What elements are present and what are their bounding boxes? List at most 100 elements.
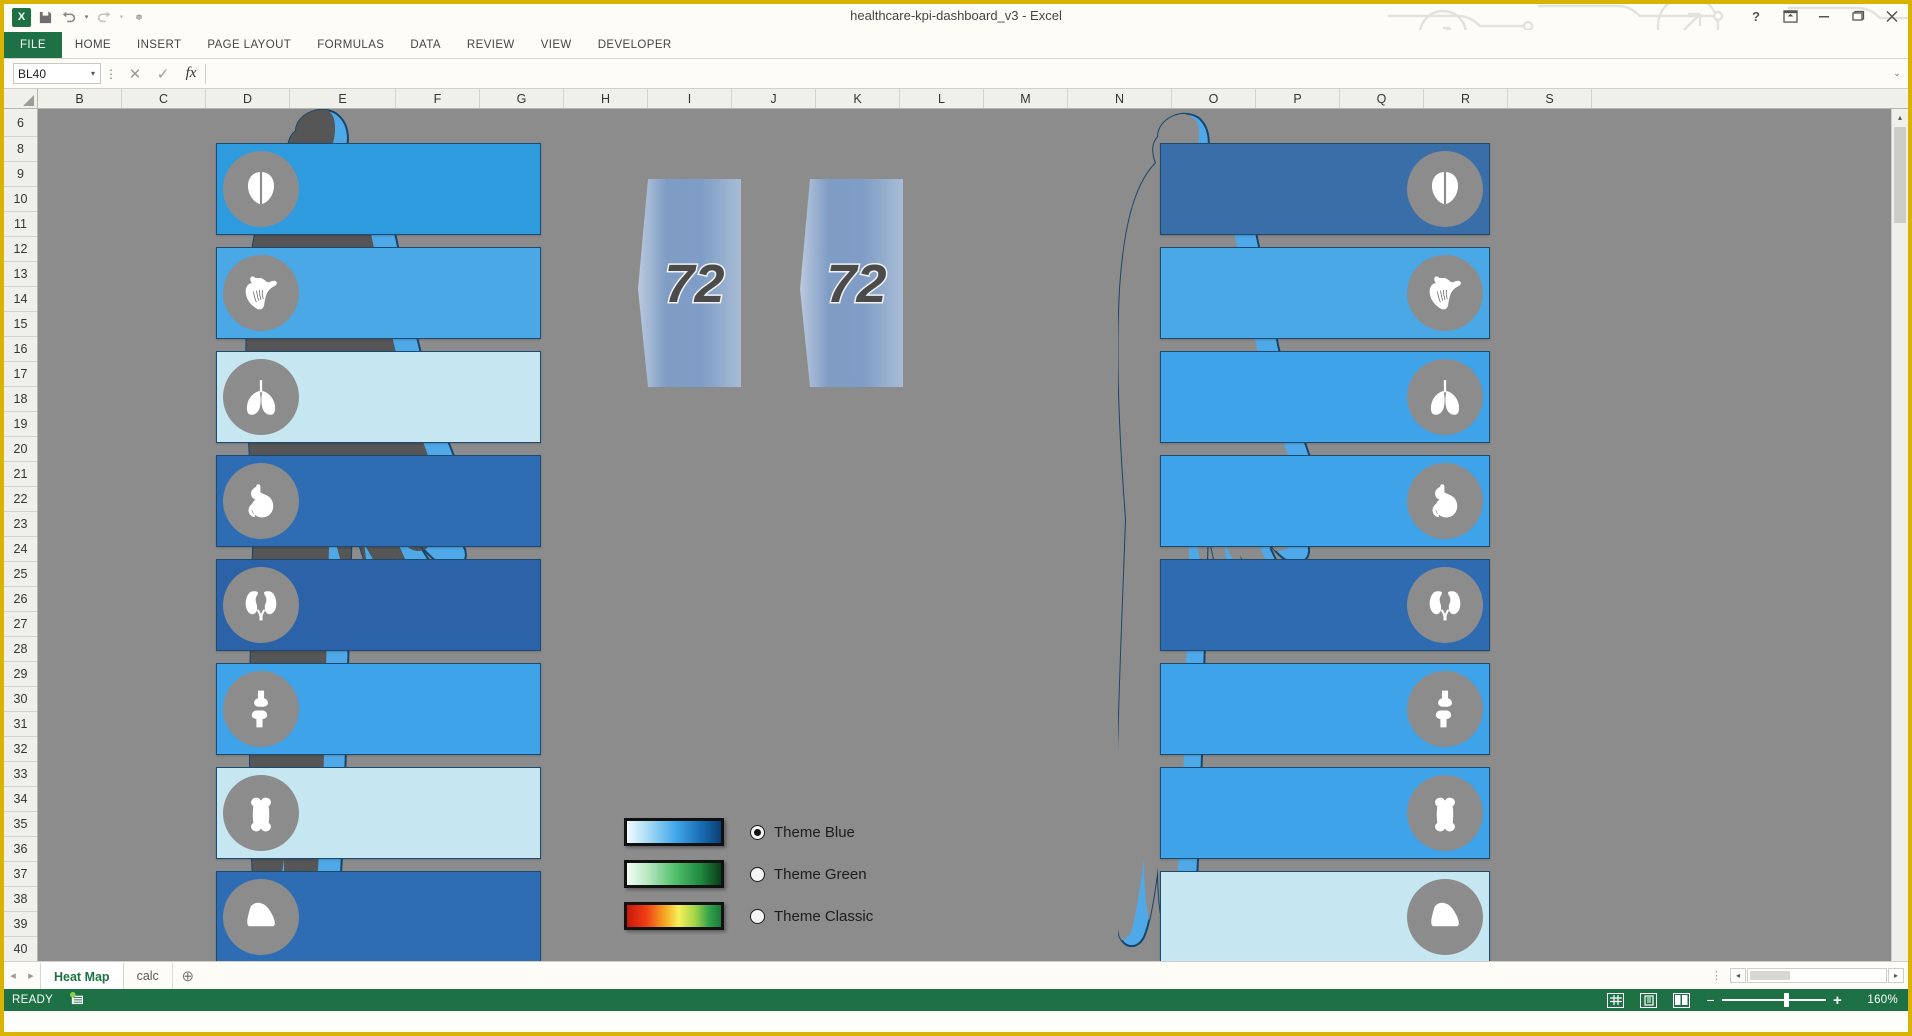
column-header-N[interactable]: N	[1068, 89, 1172, 108]
formula-input[interactable]	[206, 63, 1888, 85]
radio-button-icon[interactable]	[750, 909, 765, 924]
record-macro-icon[interactable]	[69, 992, 84, 1008]
heat-bar-heart[interactable]	[1160, 247, 1490, 339]
row-header-8[interactable]: 8	[4, 137, 37, 162]
column-header-R[interactable]: R	[1424, 89, 1508, 108]
horizontal-scrollbar[interactable]	[1747, 968, 1887, 983]
row-header-26[interactable]: 26	[4, 587, 37, 612]
row-header-30[interactable]: 30	[4, 687, 37, 712]
ribbon-tab-insert[interactable]: INSERT	[124, 32, 194, 58]
heat-bar-stomach[interactable]	[1160, 455, 1490, 547]
column-header-J[interactable]: J	[732, 89, 816, 108]
split-handle[interactable]: ⋮	[1711, 969, 1722, 982]
row-header-13[interactable]: 13	[4, 262, 37, 287]
ribbon-tab-formulas[interactable]: FORMULAS	[304, 32, 397, 58]
ribbon-tab-page-layout[interactable]: PAGE LAYOUT	[194, 32, 304, 58]
confirm-entry-icon[interactable]: ✓	[149, 63, 177, 85]
heat-bar-lungs[interactable]	[1160, 351, 1490, 443]
column-header-M[interactable]: M	[984, 89, 1068, 108]
zoom-slider[interactable]: − +	[1706, 992, 1842, 1009]
page-break-preview-icon[interactable]	[1673, 993, 1690, 1008]
row-header-33[interactable]: 33	[4, 762, 37, 787]
theme-radio-1[interactable]: Theme Green	[750, 866, 867, 883]
next-sheet-icon[interactable]: ▸	[22, 969, 40, 982]
vertical-scroll-thumb[interactable]	[1894, 127, 1906, 223]
ribbon-tab-review[interactable]: REVIEW	[454, 32, 528, 58]
normal-view-icon[interactable]	[1607, 993, 1624, 1008]
zoom-level-label[interactable]: 160%	[1858, 994, 1898, 1006]
ribbon-display-options-icon[interactable]	[1780, 6, 1800, 26]
redo-icon[interactable]	[93, 7, 115, 27]
row-header-11[interactable]: 11	[4, 212, 37, 237]
radio-button-icon[interactable]	[750, 825, 765, 840]
row-header-21[interactable]: 21	[4, 462, 37, 487]
previous-sheet-icon[interactable]: ◂	[4, 969, 22, 982]
heat-bar-heart[interactable]	[216, 247, 541, 339]
row-header-23[interactable]: 23	[4, 512, 37, 537]
sheet-tab-heat-map[interactable]: Heat Map	[40, 962, 124, 989]
zoom-in-icon[interactable]: +	[1833, 992, 1842, 1009]
row-header-24[interactable]: 24	[4, 537, 37, 562]
column-header-D[interactable]: D	[206, 89, 290, 108]
vertical-scrollbar[interactable]: ▴	[1891, 109, 1908, 961]
row-header-14[interactable]: 14	[4, 287, 37, 312]
scroll-up-icon[interactable]: ▴	[1892, 109, 1908, 126]
row-header-6[interactable]: 6	[4, 109, 37, 137]
save-icon[interactable]	[34, 7, 56, 27]
zoom-out-icon[interactable]: −	[1706, 992, 1714, 1008]
heat-bar-brain[interactable]	[216, 143, 541, 235]
select-all-corner[interactable]	[4, 89, 38, 108]
horizontal-scroll-thumb[interactable]	[1750, 971, 1790, 980]
insert-function-icon[interactable]: fx	[177, 63, 205, 85]
theme-radio-0[interactable]: Theme Blue	[750, 824, 855, 841]
row-header-29[interactable]: 29	[4, 662, 37, 687]
row-header-34[interactable]: 34	[4, 787, 37, 812]
ribbon-tab-file[interactable]: FILE	[4, 32, 62, 58]
row-header-28[interactable]: 28	[4, 637, 37, 662]
page-layout-view-icon[interactable]	[1640, 993, 1657, 1008]
ribbon-tab-data[interactable]: DATA	[397, 32, 454, 58]
formula-bar-handle[interactable]: ⋮	[101, 67, 121, 81]
theme-radio-2[interactable]: Theme Classic	[750, 908, 873, 925]
row-header-15[interactable]: 15	[4, 312, 37, 337]
heat-bar-lungs[interactable]	[216, 351, 541, 443]
column-header-K[interactable]: K	[816, 89, 900, 108]
row-header-37[interactable]: 37	[4, 862, 37, 887]
undo-dropdown-icon[interactable]: ▾	[82, 7, 91, 27]
scroll-left-icon[interactable]: ◂	[1730, 968, 1746, 983]
heat-bar-bone[interactable]	[216, 767, 541, 859]
row-header-27[interactable]: 27	[4, 612, 37, 637]
column-header-F[interactable]: F	[396, 89, 480, 108]
column-header-G[interactable]: G	[480, 89, 564, 108]
row-header-32[interactable]: 32	[4, 737, 37, 762]
zoom-track[interactable]	[1722, 999, 1826, 1001]
minimize-icon[interactable]	[1814, 6, 1834, 26]
ribbon-tab-home[interactable]: HOME	[62, 32, 124, 58]
ribbon-tab-view[interactable]: VIEW	[528, 32, 585, 58]
row-header-10[interactable]: 10	[4, 187, 37, 212]
row-header-12[interactable]: 12	[4, 237, 37, 262]
column-header-C[interactable]: C	[122, 89, 206, 108]
sheet-tab-calc[interactable]: calc	[124, 963, 173, 989]
undo-icon[interactable]	[58, 7, 80, 27]
heat-bar-joint[interactable]	[216, 663, 541, 755]
row-header-40[interactable]: 40	[4, 937, 37, 962]
row-header-36[interactable]: 36	[4, 837, 37, 862]
row-header-22[interactable]: 22	[4, 487, 37, 512]
row-header-35[interactable]: 35	[4, 812, 37, 837]
column-header-H[interactable]: H	[564, 89, 648, 108]
row-header-20[interactable]: 20	[4, 437, 37, 462]
row-header-18[interactable]: 18	[4, 387, 37, 412]
heat-bar-brain[interactable]	[1160, 143, 1490, 235]
column-header-O[interactable]: O	[1172, 89, 1256, 108]
row-header-25[interactable]: 25	[4, 562, 37, 587]
heat-bar-foot[interactable]	[1160, 871, 1490, 961]
heat-bar-joint[interactable]	[1160, 663, 1490, 755]
column-header-S[interactable]: S	[1508, 89, 1592, 108]
name-box[interactable]: BL40 ▾	[13, 63, 101, 84]
row-header-39[interactable]: 39	[4, 912, 37, 937]
zoom-thumb[interactable]	[1784, 993, 1789, 1007]
column-header-P[interactable]: P	[1256, 89, 1340, 108]
restore-icon[interactable]	[1848, 6, 1868, 26]
row-header-19[interactable]: 19	[4, 412, 37, 437]
